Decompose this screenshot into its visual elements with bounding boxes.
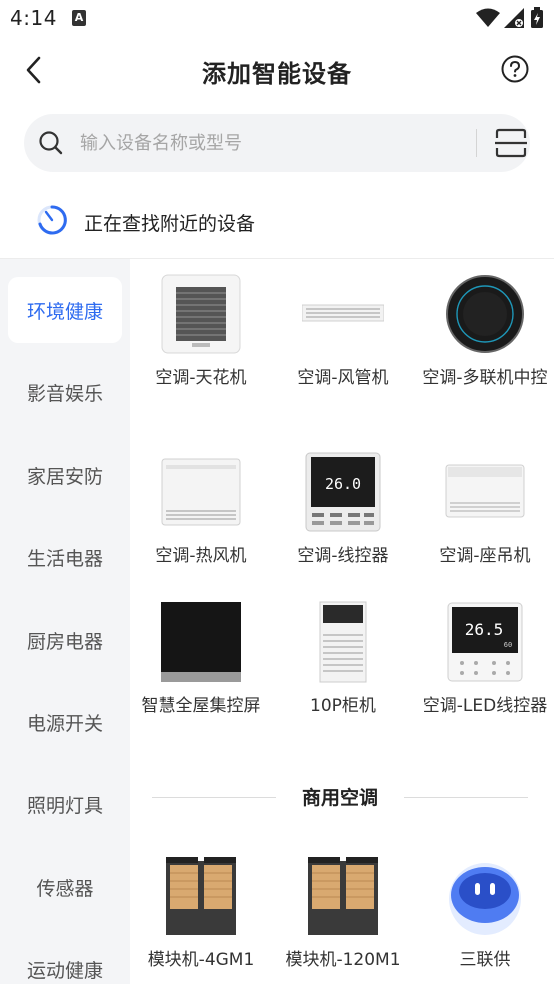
device-label: 模块机-4GM1 <box>147 950 255 970</box>
status-bar: 4:14 A <box>0 0 554 38</box>
led-wired-controller-icon: 26.5 60 <box>447 602 523 682</box>
vrf-central-controller-icon <box>446 275 524 353</box>
controller-temp-readout: 26.0 <box>325 475 361 493</box>
help-icon[interactable] <box>500 54 530 84</box>
status-icons <box>476 6 544 30</box>
device-label: 三联供 <box>459 950 511 970</box>
device-card[interactable]: 空调-风管机 <box>278 273 408 391</box>
sidebar-item-power-switch[interactable]: 电源开关 <box>8 689 122 755</box>
sidebar-item-environment-health[interactable]: 环境健康 <box>8 277 122 343</box>
title-bar: 添加智能设备 <box>0 38 554 102</box>
heater-unit-icon <box>161 458 241 526</box>
device-label: 10P柜机 <box>310 696 376 716</box>
search-icon <box>39 131 63 155</box>
device-card[interactable]: 三联供 <box>420 855 550 973</box>
sidebar-item-lighting[interactable]: 照明灯具 <box>8 771 122 837</box>
status-time: 4:14 <box>10 6 57 30</box>
floor-ceiling-ac-icon <box>445 464 525 518</box>
device-card[interactable]: 模块机-4GM1 <box>136 855 266 973</box>
device-label: 空调-热风机 <box>155 546 247 566</box>
device-label: 空调-多联机中控 <box>422 368 548 388</box>
sidebar-item-kitchen[interactable]: 厨房电器 <box>8 607 122 673</box>
device-label: 空调-线控器 <box>297 546 389 566</box>
notification-a-icon: A <box>72 10 86 26</box>
device-card[interactable]: 26.0 空调-线控器 <box>278 451 408 569</box>
section-line-right <box>404 797 528 798</box>
scanning-spinner-icon <box>37 205 67 235</box>
device-card[interactable]: 模块机-120M1 <box>278 855 408 973</box>
scan-status: 正在查找附近的设备 <box>0 190 554 254</box>
page-title: 添加智能设备 <box>202 60 352 88</box>
wifi-icon <box>476 8 500 27</box>
search-bar <box>24 114 530 172</box>
search-input[interactable] <box>80 114 450 172</box>
device-card[interactable]: 10P柜机 <box>278 601 408 719</box>
category-sidebar: 环境健康 影音娱乐 家居安防 生活电器 厨房电器 电源开关 照明灯具 传感器 运… <box>0 259 130 984</box>
device-label: 模块机-120M1 <box>285 950 401 970</box>
device-card[interactable]: 空调-天花机 <box>136 273 266 391</box>
scan-status-text: 正在查找附近的设备 <box>84 213 256 235</box>
modular-unit-icon <box>308 857 378 935</box>
sidebar-item-home-security[interactable]: 家居安防 <box>8 442 122 508</box>
device-card[interactable]: 26.5 60 空调-LED线控器 <box>420 601 550 719</box>
sidebar-item-sensors[interactable]: 传感器 <box>8 854 122 920</box>
device-grid: 空调-天花机 空调-风管机 空调-多联机中控 空调-热风机 26.0 空调-线控… <box>130 259 554 984</box>
duct-ac-icon <box>302 304 384 322</box>
sidebar-item-appliances[interactable]: 生活电器 <box>8 524 122 590</box>
device-label: 智慧全屋集控屏 <box>141 696 261 716</box>
device-card[interactable]: 空调-热风机 <box>136 451 266 569</box>
led-temp-readout: 26.5 <box>465 620 504 639</box>
modular-unit-icon <box>166 857 236 935</box>
device-card[interactable]: 空调-多联机中控 <box>420 273 550 391</box>
wired-controller-icon: 26.0 <box>305 452 381 532</box>
scan-qr-icon[interactable] <box>494 128 528 158</box>
cabinet-ac-icon <box>319 601 367 683</box>
device-label: 空调-天花机 <box>155 368 247 388</box>
device-card[interactable]: 智慧全屋集控屏 <box>136 601 266 719</box>
device-label: 空调-风管机 <box>297 368 389 388</box>
led-sub-readout: 60 <box>504 641 512 649</box>
sidebar-item-sports-health[interactable]: 运动健康 <box>8 936 122 984</box>
ceiling-cassette-ac-icon <box>161 274 241 354</box>
smart-control-screen-icon <box>161 602 241 682</box>
battery-icon <box>531 7 543 28</box>
signal-icon <box>504 8 524 28</box>
device-label: 空调-座吊机 <box>439 546 531 566</box>
search-divider <box>476 129 477 157</box>
device-label: 空调-LED线控器 <box>422 696 548 716</box>
device-card[interactable]: 空调-座吊机 <box>420 451 550 569</box>
robot-assistant-icon[interactable] <box>444 855 526 937</box>
sidebar-item-audio-video[interactable]: 影音娱乐 <box>8 359 122 425</box>
section-header: 商用空调 <box>152 781 528 813</box>
